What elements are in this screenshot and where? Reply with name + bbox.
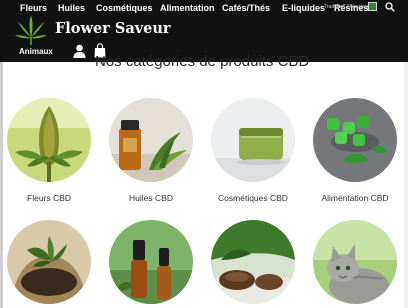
cannabis-flower-image — [7, 98, 91, 182]
left-border — [0, 62, 3, 308]
category-image-fleurs[interactable] — [7, 98, 91, 182]
category-image-cafes-thes[interactable] — [7, 220, 91, 304]
user-icon[interactable] — [73, 44, 86, 58]
category-image-resines[interactable] — [211, 220, 295, 304]
nav-item-e-liquides[interactable]: E-liquides — [282, 1, 325, 15]
resin-image — [211, 220, 295, 304]
brand-name[interactable]: Flower Saveur — [55, 20, 171, 38]
nav-item-huiles[interactable]: Huiles — [58, 1, 85, 15]
page-frame: Fleurs Huiles Cosmétiques Alimentation C… — [0, 0, 408, 308]
search-icon[interactable] — [385, 2, 395, 12]
nav-item-animaux[interactable]: Animaux — [19, 46, 53, 58]
category-label-fleurs[interactable]: Fleurs CBD — [0, 192, 99, 204]
scrollbar[interactable] — [404, 62, 408, 308]
category-label-cosmetiques[interactable]: Cosmétiques CBD — [203, 192, 303, 204]
flag-icon[interactable] — [368, 2, 377, 11]
section-title: Nos catégories de produits CBD — [95, 53, 310, 70]
dropper-bottles-image — [109, 220, 193, 304]
gummies-image — [313, 98, 397, 182]
hemp-bag-image — [7, 220, 91, 304]
category-image-e-liquides[interactable] — [109, 220, 193, 304]
cosmetic-jar-image — [211, 98, 295, 182]
category-image-alimentation[interactable] — [313, 98, 397, 182]
nav-item-cafes-thes[interactable]: Cafés/Thés — [222, 1, 270, 15]
cat-animal-image — [313, 220, 397, 304]
category-label-alimentation[interactable]: Alimentation CBD — [305, 192, 405, 204]
category-image-cosmetiques[interactable] — [211, 98, 295, 182]
oil-bottle-image — [109, 98, 193, 182]
cannabis-leaf-logo-icon[interactable] — [14, 13, 48, 47]
nav-item-cosmetiques[interactable]: Cosmétiques — [96, 1, 153, 15]
category-image-animaux[interactable] — [313, 220, 397, 304]
category-image-huiles[interactable] — [109, 98, 193, 182]
nav-item-alimentation[interactable]: Alimentation — [160, 1, 215, 15]
category-label-huiles[interactable]: Huiles CBD — [101, 192, 201, 204]
